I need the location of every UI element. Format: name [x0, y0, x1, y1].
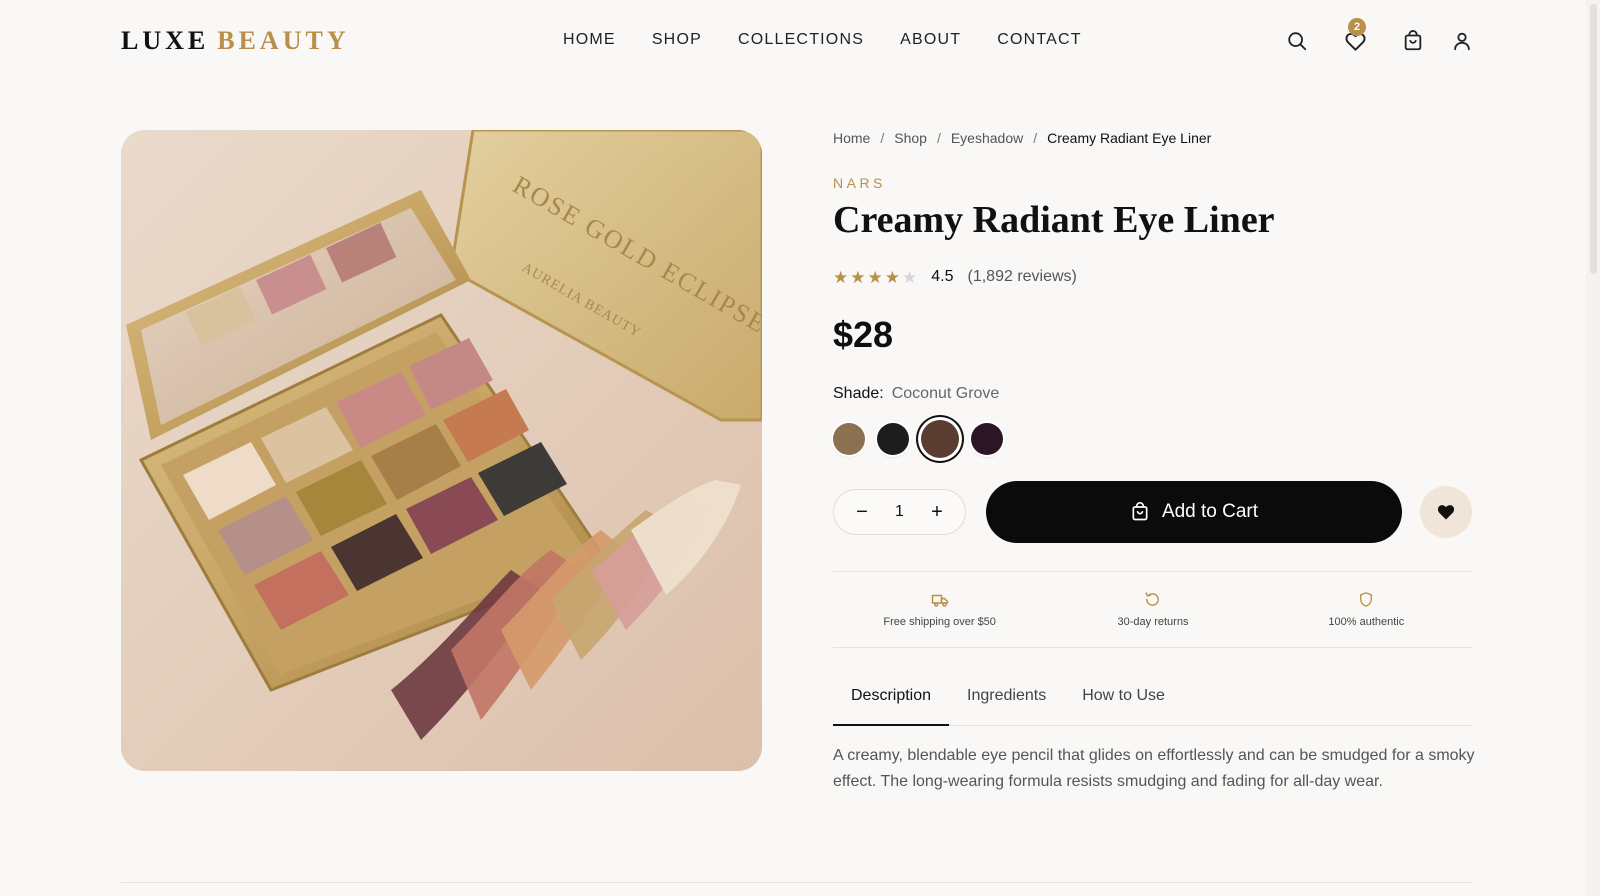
product-image[interactable]: ROSE GOLD ECLIPSE AURELIA BEAUTY — [121, 130, 762, 771]
shopping-bag-icon — [1130, 502, 1150, 522]
star-icon: ★ — [884, 267, 900, 287]
breadcrumb-current: Creamy Radiant Eye Liner — [1047, 130, 1212, 146]
star-empty-icon: ★ — [902, 267, 918, 287]
shade-swatch[interactable] — [833, 423, 865, 455]
shade-selected-name: Coconut Grove — [891, 385, 1000, 402]
scrollbar[interactable] — [1586, 0, 1600, 896]
quantity-decrement-button[interactable]: − — [850, 500, 874, 524]
search-icon[interactable] — [1284, 28, 1310, 54]
product-features: Free shipping over $50 30-day returns 10… — [833, 571, 1473, 648]
product-title: Creamy Radiant Eye Liner — [833, 199, 1275, 241]
shade-swatch-selected[interactable] — [921, 420, 959, 458]
feature-text: 100% authentic — [1328, 616, 1405, 628]
breadcrumb-home[interactable]: Home — [833, 130, 870, 146]
breadcrumb-eyeshadow[interactable]: Eyeshadow — [951, 130, 1023, 146]
add-to-cart-button[interactable]: Add to Cart — [986, 481, 1402, 543]
rating-score: 4.5 — [931, 268, 954, 285]
logo-part1: LUXE — [121, 26, 210, 55]
truck-icon — [931, 592, 949, 608]
returns-icon — [1144, 591, 1161, 608]
feature-text: 30-day returns — [1117, 616, 1189, 628]
logo-part2: BEAUTY — [217, 26, 350, 55]
add-to-cart-label: Add to Cart — [1161, 501, 1259, 522]
breadcrumb-separator: / — [1033, 130, 1038, 146]
shade-label-key: Shade: — [833, 385, 884, 402]
scrollbar-thumb[interactable] — [1590, 4, 1597, 274]
heart-filled-icon — [1436, 502, 1456, 522]
product-tabs: Description Ingredients How to Use — [833, 676, 1473, 726]
add-to-wishlist-button[interactable] — [1420, 486, 1472, 538]
shield-icon — [1358, 591, 1374, 608]
breadcrumb: Home / Shop / Eyeshadow / Creamy Radiant… — [833, 130, 1211, 146]
rating-stars: ★ ★ ★ ★ ★ — [833, 269, 917, 286]
star-icon: ★ — [833, 267, 849, 287]
nav-contact[interactable]: CONTACT — [997, 31, 1082, 49]
product-price: $28 — [833, 314, 894, 355]
nav-home[interactable]: HOME — [563, 31, 616, 49]
quantity-stepper: − 1 + — [833, 489, 966, 535]
quantity-increment-button[interactable]: + — [925, 500, 949, 524]
feature-returns: 30-day returns — [1046, 572, 1259, 647]
product-brand[interactable]: NARS — [833, 175, 886, 191]
main-nav: HOME SHOP COLLECTIONS ABOUT CONTACT — [563, 31, 1082, 49]
star-icon: ★ — [867, 267, 883, 287]
shopping-bag-icon[interactable] — [1400, 28, 1426, 54]
tab-description[interactable]: Description — [833, 676, 950, 726]
feature-text: Free shipping over $50 — [883, 615, 996, 628]
shade-swatch[interactable] — [971, 423, 1003, 455]
wishlist-count-badge: 2 — [1348, 18, 1366, 36]
feature-authentic: 100% authentic — [1260, 572, 1473, 647]
site-header: LUXE BEAUTY HOME SHOP COLLECTIONS ABOUT C… — [0, 0, 1586, 82]
nav-collections[interactable]: COLLECTIONS — [738, 31, 864, 49]
tab-how-to-use[interactable]: How to Use — [1064, 676, 1183, 725]
nav-about[interactable]: ABOUT — [900, 31, 961, 49]
breadcrumb-shop[interactable]: Shop — [894, 130, 927, 146]
star-icon: ★ — [850, 267, 866, 287]
tab-ingredients[interactable]: Ingredients — [949, 676, 1064, 725]
shade-swatches — [833, 420, 1003, 458]
breadcrumb-separator: / — [880, 130, 885, 146]
feature-free-shipping: Free shipping over $50 — [833, 572, 1046, 647]
breadcrumb-separator: / — [936, 130, 941, 146]
nav-shop[interactable]: SHOP — [652, 31, 702, 49]
quantity-value[interactable]: 1 — [895, 503, 904, 521]
user-icon[interactable] — [1449, 28, 1475, 54]
product-rating[interactable]: ★ ★ ★ ★ ★ 4.5 (1,892 reviews) — [833, 268, 1077, 286]
shade-label: Shade: Coconut Grove — [833, 385, 999, 403]
shade-swatch[interactable] — [877, 423, 909, 455]
divider — [121, 882, 1473, 883]
logo[interactable]: LUXE BEAUTY — [121, 26, 350, 56]
product-description: A creamy, blendable eye pencil that glid… — [833, 747, 1475, 790]
review-count[interactable]: (1,892 reviews) — [968, 268, 1077, 286]
